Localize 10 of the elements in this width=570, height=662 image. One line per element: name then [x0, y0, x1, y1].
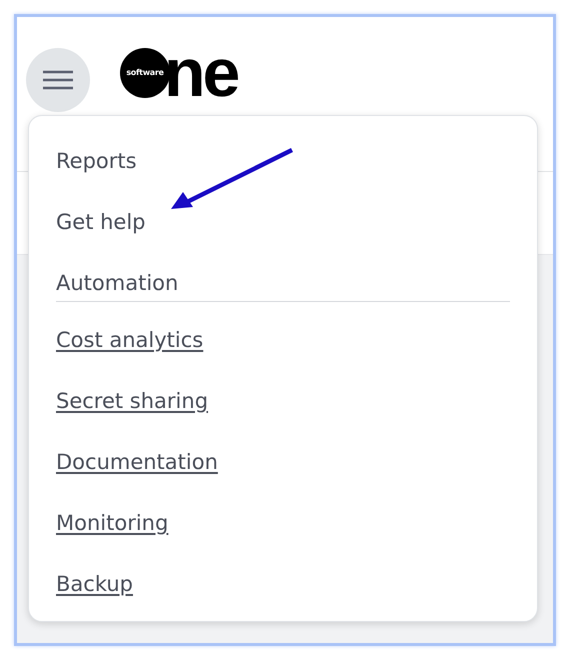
logo-mark: software — [120, 48, 170, 98]
menu-link[interactable]: Monitoring — [56, 501, 510, 562]
menu-icon — [43, 70, 73, 90]
menu-link[interactable]: Backup — [56, 562, 510, 623]
menu-item[interactable]: Reports — [56, 130, 137, 191]
menu-link[interactable]: Secret sharing — [56, 379, 510, 440]
menu-item[interactable]: Automation — [56, 252, 178, 313]
menu-item[interactable]: Get help — [56, 191, 146, 252]
menu-link[interactable]: Cost analytics — [56, 318, 510, 379]
menu-link[interactable]: Documentation — [56, 440, 510, 501]
